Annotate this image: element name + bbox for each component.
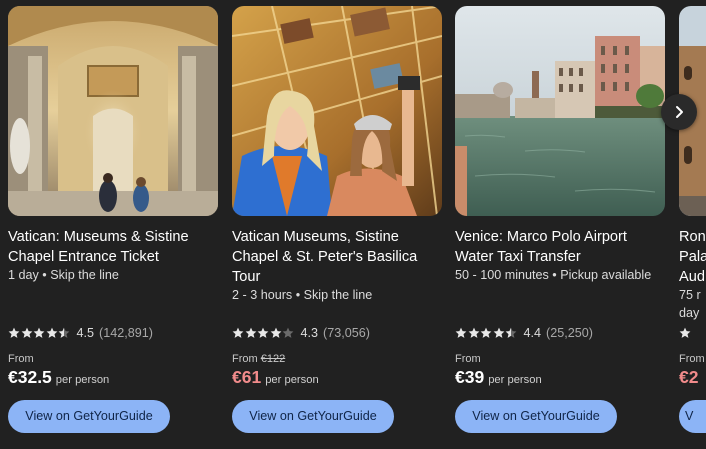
star-half-icon — [58, 327, 70, 338]
review-count: (25,250) — [546, 326, 593, 340]
tour-title[interactable]: Venice: Marco Polo Airport Water Taxi Tr… — [455, 227, 669, 267]
tour-title[interactable]: Vatican: Museums & Sistine Chapel Entran… — [8, 227, 222, 267]
rating-value: 4.4 — [523, 326, 542, 340]
rating-value: 4.5 — [76, 326, 95, 340]
price-from-label: From — [455, 353, 481, 365]
star-empty-icon — [282, 327, 294, 338]
view-on-getyourguide-button[interactable]: View on GetYourGuide — [232, 400, 394, 433]
tour-card-venice-water-taxi[interactable]: Venice: Marco Polo Airport Water Taxi Tr… — [455, 6, 665, 442]
price-row: €32.5 per person — [8, 367, 109, 388]
star-full-icon — [270, 327, 281, 338]
star-full-icon — [493, 327, 504, 338]
star-full-icon — [232, 327, 244, 338]
price-row: €2 — [679, 367, 698, 388]
star-full-icon — [679, 327, 691, 338]
star-full-icon — [46, 327, 57, 338]
star-full-icon — [8, 327, 20, 338]
tour-meta: 2 - 3 hours • Skip the line — [232, 288, 373, 302]
tour-meta: 1 day • Skip the line — [8, 268, 119, 282]
tour-title[interactable]: Ron Pala Aud — [679, 227, 706, 287]
tour-meta: 75 r day — [679, 288, 701, 320]
view-on-getyourguide-button[interactable]: View on GetYourGuide — [8, 400, 170, 433]
from-text: From — [455, 353, 481, 365]
tour-meta: 50 - 100 minutes • Pickup available — [455, 268, 652, 282]
star-full-icon — [257, 327, 269, 338]
price-row: €39 per person — [455, 367, 542, 388]
rating-row — [679, 324, 698, 342]
rating-value: 4.3 — [300, 326, 319, 340]
tour-image-venice-canal[interactable] — [455, 6, 665, 216]
from-text: From — [8, 353, 34, 365]
star-rating — [232, 327, 295, 339]
rating-row: 4.4 (25,250) — [455, 324, 593, 342]
view-on-getyourguide-button[interactable]: V — [679, 400, 706, 433]
per-person-label: per person — [488, 374, 542, 386]
per-person-label: per person — [55, 374, 110, 386]
review-count: (73,056) — [323, 326, 370, 340]
original-price: €122 — [260, 353, 286, 365]
price-row: €61 per person — [232, 367, 319, 388]
rating-row: 4.5 (142,891) — [8, 324, 153, 342]
price: €32.5 — [8, 367, 52, 387]
star-rating — [679, 327, 692, 339]
tour-image-ceiling-selfie[interactable] — [232, 6, 442, 216]
from-text: From — [232, 353, 258, 365]
price-from-label: From — [8, 353, 34, 365]
tour-carousel: Vatican: Museums & Sistine Chapel Entran… — [0, 0, 706, 449]
from-text: From — [679, 353, 705, 365]
view-on-getyourguide-button[interactable]: View on GetYourGuide — [455, 400, 617, 433]
tour-card-vatican-museums[interactable]: Vatican: Museums & Sistine Chapel Entran… — [8, 6, 218, 442]
per-person-label: per person — [265, 374, 319, 386]
star-full-icon — [21, 327, 32, 338]
star-rating — [455, 327, 518, 339]
tour-image-vatican-gallery[interactable] — [8, 6, 218, 216]
star-full-icon — [245, 327, 256, 338]
star-full-icon — [33, 327, 45, 338]
carousel-next-button[interactable] — [661, 94, 697, 130]
star-half-icon — [505, 327, 517, 338]
tour-card-vatican-basilica[interactable]: Vatican Museums, Sistine Chapel & St. Pe… — [232, 6, 442, 442]
price-from-label: From €122 — [232, 353, 285, 365]
star-full-icon — [455, 327, 467, 338]
rating-row: 4.3 (73,056) — [232, 324, 370, 342]
star-full-icon — [468, 327, 479, 338]
tour-card-rome-partial[interactable]: Ron Pala Aud 75 r day From €2 V — [679, 6, 706, 442]
tour-title[interactable]: Vatican Museums, Sistine Chapel & St. Pe… — [232, 227, 446, 287]
review-count: (142,891) — [99, 326, 153, 340]
star-rating — [8, 327, 71, 339]
sale-price: €2 — [679, 367, 699, 387]
sale-price: €61 — [232, 367, 262, 387]
price: €39 — [455, 367, 485, 387]
price-from-label: From — [679, 353, 705, 365]
star-full-icon — [480, 327, 492, 338]
chevron-right-icon — [676, 106, 683, 118]
